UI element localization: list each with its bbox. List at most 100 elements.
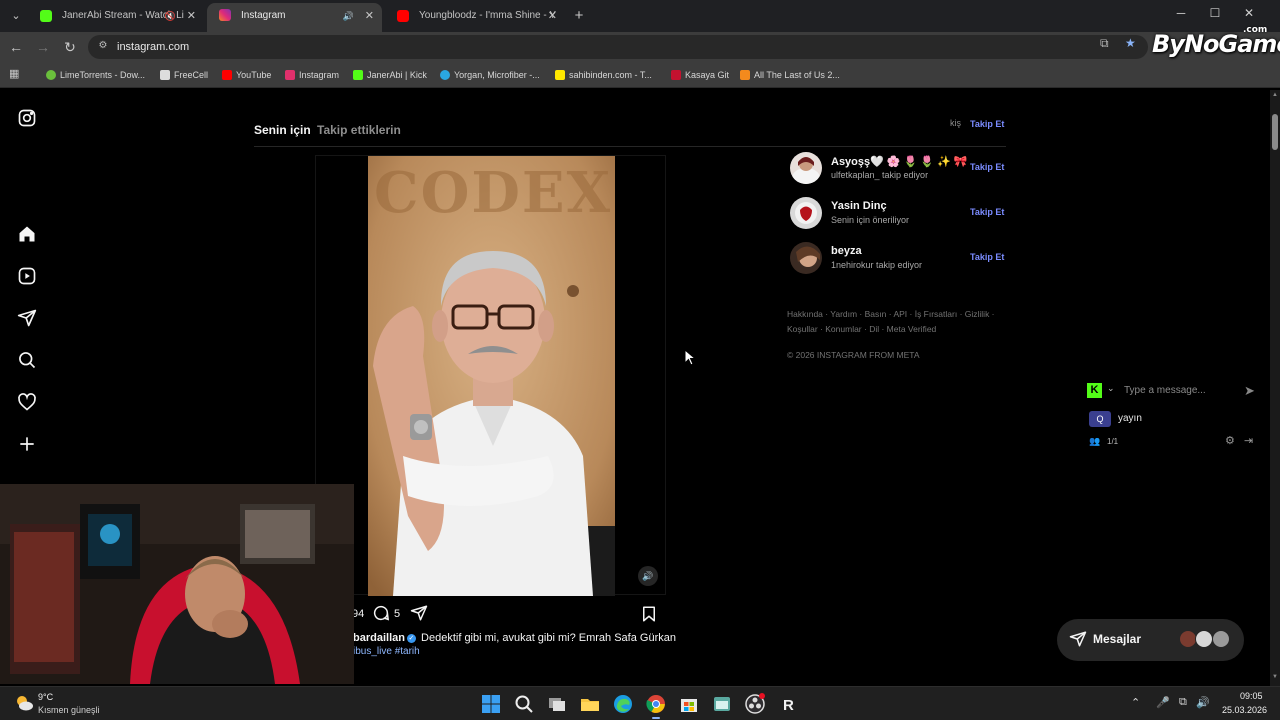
microsoft-store-icon[interactable]	[678, 693, 700, 715]
volume-icon[interactable]: 🔊	[1196, 696, 1210, 709]
follow-button[interactable]: Takip Et	[970, 207, 1004, 217]
tab-close-icon[interactable]: ✕	[365, 3, 374, 29]
comment-icon[interactable]	[372, 604, 392, 624]
search-icon[interactable]	[513, 693, 535, 715]
post-caption: bardaillan ✓ Dedektif gibi mi, avukat gib…	[353, 632, 676, 644]
r-app-icon[interactable]: R	[777, 693, 799, 715]
suggestion-item[interactable]: beyza 1nehirokur takip ediyor Takip Et	[790, 242, 1010, 278]
active-app-indicator	[652, 717, 660, 719]
create-plus-icon[interactable]	[17, 434, 37, 454]
tray-chevron-up-icon[interactable]: ⌃	[1131, 696, 1140, 709]
tab-janerabi-stream[interactable]: JanerAbi Stream - Watch Li 🔇 ✕	[28, 4, 204, 28]
instagram-logo-icon[interactable]	[17, 108, 37, 128]
mention-link[interactable]: ibus_live	[353, 646, 392, 657]
footer-links-line-2[interactable]: Koşullar · Konumlar · Dil · Meta Verifie…	[787, 322, 1002, 337]
caption-text: Dedektif gibi mi, avukat gibi mi? Emrah …	[421, 632, 676, 644]
bookmark-freecell[interactable]: FreeCell	[160, 62, 208, 88]
microphone-icon[interactable]: 🎤	[1156, 696, 1170, 709]
suggestion-item[interactable]: Asyoşş🤍 🌸 🌷 🌷 ✨ 🎀 ulfetkaplan_ takip edi…	[790, 152, 1010, 188]
windows-start-icon[interactable]	[480, 693, 502, 715]
page-scrollbar[interactable]: ▲ ▼	[1270, 90, 1280, 686]
clock-time[interactable]: 09:05	[1240, 691, 1263, 701]
reels-icon[interactable]	[17, 266, 37, 286]
apps-grid-icon[interactable]: ▦	[9, 68, 21, 80]
avatar[interactable]	[790, 197, 822, 229]
bookmark-yorgan[interactable]: Yorgan, Microfiber -...	[440, 62, 540, 88]
follow-button[interactable]: Takip Et	[970, 162, 1004, 172]
gear-icon[interactable]: ⚙	[1225, 434, 1235, 447]
reload-button[interactable]: ↻	[60, 37, 80, 57]
follow-button[interactable]: Takip Et	[970, 252, 1004, 262]
bookmark-limetorrents[interactable]: LimeTorrents - Dow...	[46, 62, 145, 88]
edge-browser-icon[interactable]	[612, 693, 634, 715]
site-info-icon[interactable]: ⚙	[96, 39, 110, 53]
tab-instagram[interactable]: Instagram 🔊 ✕	[207, 3, 382, 32]
suggestion-item[interactable]: Yasin Dinç Senin için öneriliyor Takip E…	[790, 197, 1010, 233]
scroll-down-arrow-icon[interactable]: ▼	[1272, 674, 1278, 680]
chevron-down-icon[interactable]: ⌄	[1107, 383, 1115, 394]
share-icon[interactable]	[410, 604, 430, 624]
scroll-thumb[interactable]	[1272, 114, 1278, 150]
hashtag-link[interactable]: #tarih	[395, 646, 420, 657]
direct-send-icon[interactable]	[17, 308, 37, 328]
bookmark-favicon-icon	[222, 70, 232, 80]
close-window-button[interactable]: ✕	[1232, 0, 1266, 28]
tab-search-button[interactable]: ⌄	[6, 6, 26, 26]
bookmark-sahibinden[interactable]: sahibinden.com - T...	[555, 62, 652, 88]
tab-close-icon[interactable]: ✕	[187, 4, 196, 28]
bookmark-kasaya-git[interactable]: Kasaya Git	[671, 62, 729, 88]
send-icon[interactable]: ➤	[1244, 383, 1255, 399]
app-window-icon[interactable]	[711, 693, 733, 715]
task-view-icon[interactable]	[546, 693, 568, 715]
search-icon[interactable]	[17, 350, 37, 370]
bookmark-favicon-icon	[740, 70, 750, 80]
heart-notifications-icon[interactable]	[17, 392, 37, 412]
bookmark-instagram[interactable]: Instagram	[285, 62, 339, 88]
file-explorer-icon[interactable]	[579, 693, 601, 715]
suggestion-name[interactable]: Asyoşş🤍 🌸 🌷 🌷 ✨ 🎀	[831, 155, 968, 168]
address-bar[interactable]: ⚙ instagram.com	[88, 35, 1148, 59]
cast-icon[interactable]: ⧉	[1100, 36, 1109, 51]
back-button[interactable]: ←	[6, 37, 26, 57]
post-username[interactable]: bardaillan	[353, 632, 405, 644]
obs-studio-icon[interactable]	[744, 693, 766, 715]
save-bookmark-icon[interactable]	[640, 604, 658, 624]
scroll-up-arrow-icon[interactable]: ▲	[1272, 92, 1278, 98]
footer-links-line-1[interactable]: Hakkında · Yardım · Basın · API · İş Fır…	[787, 307, 1002, 322]
tab-youtube[interactable]: Youngbloodz - I'mma Shine - Y ✕	[385, 4, 565, 28]
weather-partly-sunny-icon[interactable]	[14, 693, 34, 713]
streamer-webcam	[0, 484, 354, 684]
bookmark-star-icon[interactable]: ★	[1125, 36, 1136, 50]
avatar[interactable]	[790, 242, 822, 274]
bookmark-youtube[interactable]: YouTube	[222, 62, 271, 88]
maximize-button[interactable]: ☐	[1198, 0, 1232, 28]
tab-close-icon[interactable]: ✕	[548, 4, 557, 28]
suggestion-name[interactable]: beyza	[831, 245, 862, 257]
weather-temperature: 9°C	[38, 692, 54, 702]
chat-message-input[interactable]: Type a message...	[1124, 385, 1206, 396]
volume-toggle-button[interactable]: 🔊	[638, 566, 658, 586]
tab-for-you[interactable]: Senin için	[254, 123, 311, 137]
speaker-icon[interactable]: 🔊	[343, 3, 354, 29]
avatar[interactable]	[790, 152, 822, 184]
popout-icon[interactable]: ⇥	[1244, 434, 1253, 447]
reel-video[interactable]: CODEX 🔊	[315, 155, 666, 596]
forward-button[interactable]: →	[33, 37, 53, 57]
suggestion-subtitle: ulfetkaplan_ takip ediyor	[831, 170, 929, 180]
bookmark-last-of-us[interactable]: All The Last of Us 2...	[740, 62, 840, 88]
muted-speaker-icon[interactable]: 🔇	[165, 4, 176, 28]
messages-button[interactable]: Mesajlar	[1057, 619, 1244, 661]
follow-button[interactable]: Takip Et	[970, 119, 1004, 129]
home-icon[interactable]	[17, 224, 37, 244]
minimize-button[interactable]: ─	[1164, 0, 1198, 28]
suggestion-name[interactable]: Yasin Dinç	[831, 200, 887, 212]
clock-date[interactable]: 25.03.2026	[1222, 705, 1267, 715]
chrome-browser-icon[interactable]	[645, 693, 667, 715]
windows-taskbar: 9°C Kısmen güneşli R ⌃ 🎤 ⧉ 🔊 09:05 25.03…	[0, 686, 1280, 720]
tab-strip: ⌄ JanerAbi Stream - Watch Li 🔇 ✕ Instagr…	[0, 0, 1280, 32]
bookmark-kick[interactable]: JanerAbi | Kick	[353, 62, 427, 88]
copyright-text: © 2026 INSTAGRAM FROM META	[787, 350, 920, 360]
new-tab-button[interactable]: +	[568, 5, 590, 27]
network-icon[interactable]: ⧉	[1179, 696, 1187, 709]
tab-following[interactable]: Takip ettiklerin	[317, 123, 401, 137]
